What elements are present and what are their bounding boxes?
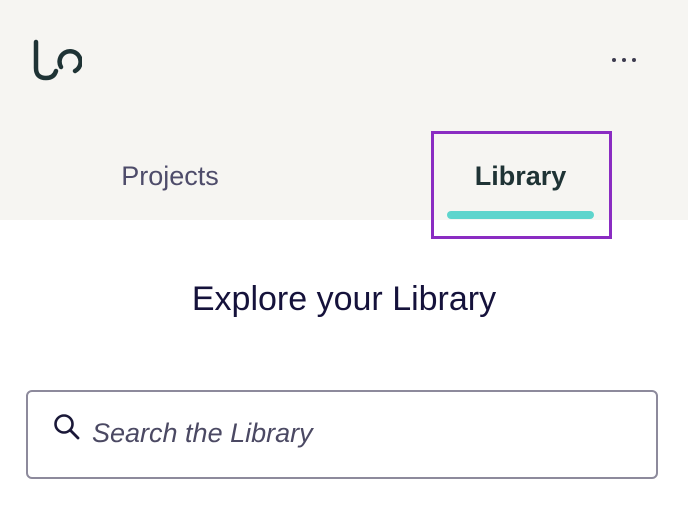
search-box[interactable] [26, 390, 658, 479]
search-input[interactable] [92, 412, 632, 454]
app-header: Projects Library [0, 0, 688, 220]
more-options-button[interactable] [600, 44, 648, 76]
logo-icon[interactable] [30, 38, 83, 82]
more-horizontal-icon [610, 51, 638, 69]
tab-library[interactable]: Library [433, 152, 608, 200]
search-icon [52, 412, 82, 442]
active-tab-indicator [447, 211, 594, 219]
tab-projects-label: Projects [121, 160, 219, 191]
page-title: Explore your Library [191, 280, 497, 318]
tab-projects[interactable]: Projects [70, 152, 270, 200]
tab-library-label: Library [474, 160, 567, 191]
